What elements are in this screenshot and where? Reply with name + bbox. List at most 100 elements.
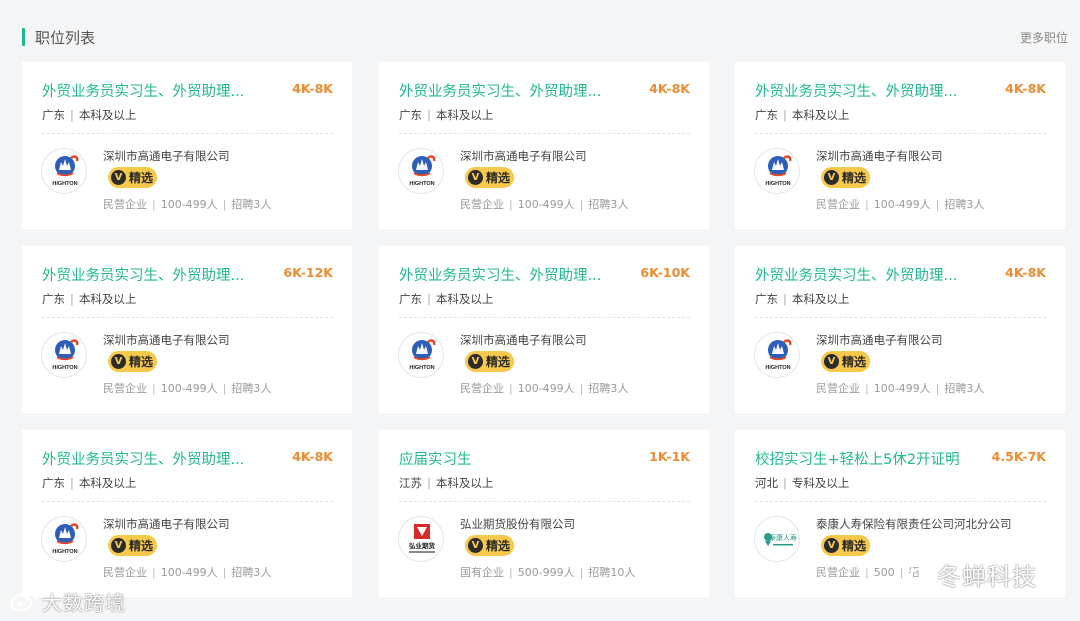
wechat-icon bbox=[896, 561, 931, 586]
job-salary: 4K-8K bbox=[292, 81, 333, 96]
job-meta: 河北 | 专科及以上 bbox=[755, 475, 849, 491]
job-education: 本科及以上 bbox=[435, 476, 494, 490]
separator: | bbox=[70, 476, 74, 490]
card-divider bbox=[755, 133, 1046, 134]
job-meta: 广东 | 本科及以上 bbox=[399, 291, 493, 307]
company-ownership: 民营企业 bbox=[460, 382, 504, 395]
company-logo[interactable]: 弘业期货 bbox=[398, 516, 444, 562]
job-title[interactable]: 校招实习生+轻松上5休2开证明 bbox=[755, 448, 970, 469]
svg-text:HIGHTON: HIGHTON bbox=[409, 365, 434, 371]
job-title[interactable]: 外贸业务员实习生、外贸助理... bbox=[42, 80, 257, 101]
company-logo[interactable]: HIGHTON bbox=[41, 332, 87, 378]
company-ownership: 民营企业 bbox=[103, 382, 147, 395]
company-info: 民营企业 | 100-499人 | 招聘3人 bbox=[816, 380, 984, 396]
company-name[interactable]: 深圳市高通电子有限公司 bbox=[816, 148, 943, 164]
company-logo[interactable]: HIGHTON bbox=[398, 332, 444, 378]
separator: | bbox=[70, 292, 74, 306]
section-header: 职位列表 更多职位 bbox=[22, 26, 1068, 48]
svg-text:HIGHTON: HIGHTON bbox=[52, 549, 77, 555]
company-logo[interactable]: HIGHTON bbox=[41, 516, 87, 562]
job-card[interactable]: 外贸业务员实习生、外贸助理... 4K-8K 广东 | 本科及以上 HIGHTON 深圳市高… bbox=[735, 246, 1065, 413]
job-card[interactable]: 外贸业务员实习生、外贸助理... 4K-8K 广东 | 本科及以上 HIGHTON 深圳市高… bbox=[735, 62, 1065, 229]
company-info: 民营企业 | 100-499人 | 招聘3人 bbox=[816, 196, 984, 212]
job-education: 本科及以上 bbox=[791, 108, 850, 122]
job-title[interactable]: 外贸业务员实习生、外贸助理... bbox=[755, 264, 970, 285]
job-salary: 4.5K-7K bbox=[991, 449, 1046, 464]
company-info: 民营企业 | 100-499人 | 招聘3人 bbox=[103, 196, 271, 212]
company-ownership: 民营企业 bbox=[103, 566, 147, 579]
company-size: 500 bbox=[873, 566, 895, 579]
separator: | bbox=[935, 198, 940, 211]
job-title[interactable]: 应届实习生 bbox=[399, 448, 614, 469]
hiring-count: 招聘3人 bbox=[588, 198, 629, 211]
job-meta: 广东 | 本科及以上 bbox=[42, 475, 136, 491]
job-education: 本科及以上 bbox=[435, 108, 494, 122]
company-name[interactable]: 深圳市高通电子有限公司 bbox=[460, 148, 587, 164]
company-name[interactable]: 深圳市高通电子有限公司 bbox=[103, 516, 230, 532]
separator: | bbox=[427, 476, 431, 490]
section-title: 职位列表 bbox=[35, 29, 96, 47]
job-location: 广东 bbox=[42, 476, 65, 490]
job-salary: 6K-12K bbox=[283, 265, 333, 280]
job-education: 本科及以上 bbox=[78, 292, 137, 306]
card-divider bbox=[42, 317, 333, 318]
featured-badge-label: 精选 bbox=[129, 355, 154, 369]
separator: | bbox=[579, 198, 584, 211]
job-card[interactable]: 外贸业务员实习生、外贸助理... 4K-8K 广东 | 本科及以上 HIGHTON 深圳市高… bbox=[22, 62, 352, 229]
separator: | bbox=[222, 566, 227, 579]
weibo-icon bbox=[10, 591, 37, 612]
separator: | bbox=[579, 566, 584, 579]
company-name[interactable]: 深圳市高通电子有限公司 bbox=[103, 148, 230, 164]
job-location: 广东 bbox=[42, 108, 65, 122]
company-logo[interactable]: HIGHTON bbox=[398, 148, 444, 194]
company-ownership: 民营企业 bbox=[816, 566, 860, 579]
job-meta: 广东 | 本科及以上 bbox=[755, 107, 849, 123]
v-badge-icon: V bbox=[111, 538, 126, 553]
company-logo[interactable]: 泰康人寿 bbox=[754, 516, 800, 562]
featured-badge-label: 精选 bbox=[842, 539, 867, 553]
company-name[interactable]: 泰康人寿保险有限责任公司河北分公司 bbox=[816, 516, 1012, 532]
separator: | bbox=[152, 382, 156, 395]
featured-badge: V 精选 bbox=[821, 535, 870, 556]
company-name[interactable]: 深圳市高通电子有限公司 bbox=[816, 332, 943, 348]
job-card[interactable]: 应届实习生 1K-1K 江苏 | 本科及以上 弘业期货 弘业期货股份有限公司 V 精选 国有企业 |… bbox=[379, 430, 709, 597]
company-logo[interactable]: HIGHTON bbox=[754, 332, 800, 378]
featured-badge: V 精选 bbox=[108, 535, 157, 556]
featured-badge: V 精选 bbox=[465, 167, 514, 188]
job-title[interactable]: 外贸业务员实习生、外贸助理... bbox=[755, 80, 970, 101]
hiring-count: 招聘3人 bbox=[944, 382, 985, 395]
job-title[interactable]: 外贸业务员实习生、外贸助理... bbox=[399, 80, 614, 101]
job-card[interactable]: 外贸业务员实习生、外贸助理... 6K-10K 广东 | 本科及以上 HIGHTON 深圳市… bbox=[379, 246, 709, 413]
job-title[interactable]: 外贸业务员实习生、外贸助理... bbox=[399, 264, 614, 285]
more-jobs-link[interactable]: 更多职位 bbox=[1020, 29, 1068, 46]
company-size: 100-499人 bbox=[873, 198, 931, 211]
company-logo[interactable]: HIGHTON bbox=[754, 148, 800, 194]
company-info: 国有企业 | 500-999人 | 招聘10人 bbox=[460, 564, 635, 580]
card-divider bbox=[755, 501, 1046, 502]
separator: | bbox=[865, 382, 869, 395]
job-card[interactable]: 外贸业务员实习生、外贸助理... 6K-12K 广东 | 本科及以上 HIGHTON 深圳市… bbox=[22, 246, 352, 413]
company-info: 民营企业 | 100-499人 | 招聘3人 bbox=[103, 564, 271, 580]
company-name[interactable]: 深圳市高通电子有限公司 bbox=[460, 332, 587, 348]
company-name[interactable]: 深圳市高通电子有限公司 bbox=[103, 332, 230, 348]
separator: | bbox=[783, 476, 787, 490]
separator: | bbox=[865, 566, 869, 579]
job-location: 广东 bbox=[399, 292, 422, 306]
company-logo[interactable]: HIGHTON bbox=[41, 148, 87, 194]
job-title[interactable]: 外贸业务员实习生、外贸助理... bbox=[42, 264, 257, 285]
job-salary: 4K-8K bbox=[292, 449, 333, 464]
job-card[interactable]: 外贸业务员实习生、外贸助理... 4K-8K 广东 | 本科及以上 HIGHTON 深圳市高… bbox=[379, 62, 709, 229]
company-ownership: 民营企业 bbox=[460, 198, 504, 211]
v-badge-icon: V bbox=[468, 170, 483, 185]
job-meta: 江苏 | 本科及以上 bbox=[399, 475, 493, 491]
featured-badge-label: 精选 bbox=[842, 355, 867, 369]
job-card[interactable]: 外贸业务员实习生、外贸助理... 4K-8K 广东 | 本科及以上 HIGHTON 深圳市高… bbox=[22, 430, 352, 597]
featured-badge: V 精选 bbox=[821, 351, 870, 372]
job-title[interactable]: 外贸业务员实习生、外贸助理... bbox=[42, 448, 257, 469]
job-location: 江苏 bbox=[399, 476, 422, 490]
card-divider bbox=[42, 133, 333, 134]
svg-text:HIGHTON: HIGHTON bbox=[409, 181, 434, 187]
v-badge-icon: V bbox=[824, 170, 839, 185]
company-name[interactable]: 弘业期货股份有限公司 bbox=[460, 516, 575, 532]
separator: | bbox=[70, 108, 74, 122]
